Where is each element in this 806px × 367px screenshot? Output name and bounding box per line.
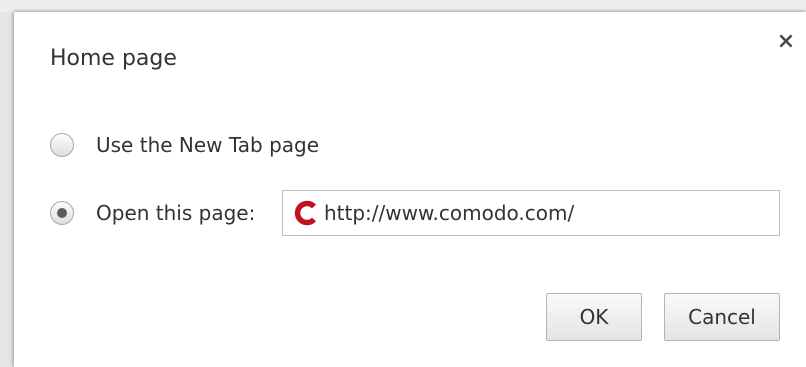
open-page-radio[interactable] <box>50 201 74 225</box>
open-page-label: Open this page: <box>96 201 256 225</box>
home-page-dialog: × Home page Use the New Tab page Open th… <box>14 12 806 367</box>
option-new-tab[interactable]: Use the New Tab page <box>50 131 319 159</box>
option-open-page[interactable]: Open this page: <box>50 199 255 227</box>
cancel-button[interactable]: Cancel <box>664 293 780 341</box>
home-page-url-input[interactable]: http://www.comodo.com/ <box>282 190 780 236</box>
new-tab-radio[interactable] <box>50 133 74 157</box>
comodo-c-icon <box>292 200 320 226</box>
dialog-title: Home page <box>50 46 177 71</box>
close-icon[interactable]: × <box>776 31 796 53</box>
ok-button[interactable]: OK <box>546 293 642 341</box>
new-tab-label: Use the New Tab page <box>96 133 320 157</box>
url-value[interactable]: http://www.comodo.com/ <box>324 201 574 225</box>
background-top-strip <box>0 0 806 12</box>
